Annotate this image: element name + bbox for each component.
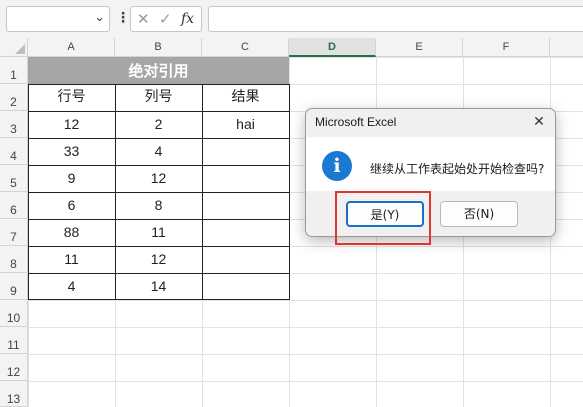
row-header-11[interactable]: 11 xyxy=(0,327,28,354)
table-cell[interactable]: 11 xyxy=(28,246,115,273)
table-cell[interactable]: 2 xyxy=(115,111,202,138)
table-cell[interactable]: 4 xyxy=(28,273,115,300)
table-cell[interactable]: 14 xyxy=(115,273,202,300)
dialog-title: Microsoft Excel xyxy=(315,115,397,129)
column-header-d[interactable]: D xyxy=(289,38,376,57)
table-cell[interactable]: 12 xyxy=(115,246,202,273)
column-header-e[interactable]: E xyxy=(376,38,463,57)
table-cell[interactable]: 11 xyxy=(115,219,202,246)
formula-input[interactable] xyxy=(208,6,583,32)
column-header-a[interactable]: A xyxy=(28,38,115,57)
header-cell-row-number[interactable]: 行号 xyxy=(28,84,115,111)
table-cell[interactable] xyxy=(202,246,289,273)
row-header-1[interactable]: 1 xyxy=(0,57,28,84)
no-button[interactable]: 否(N) xyxy=(440,201,518,227)
column-header-g[interactable] xyxy=(550,38,583,57)
table-cell[interactable]: 4 xyxy=(115,138,202,165)
table-cell[interactable] xyxy=(202,219,289,246)
header-cell-result[interactable]: 结果 xyxy=(202,84,289,111)
table-cell[interactable]: 33 xyxy=(28,138,115,165)
row-header-3[interactable]: 3 xyxy=(0,111,28,138)
table-cell[interactable] xyxy=(202,192,289,219)
column-header-f[interactable]: F xyxy=(463,38,550,57)
table-cell[interactable] xyxy=(202,138,289,165)
table-cell[interactable]: 12 xyxy=(28,111,115,138)
select-all-icon xyxy=(15,44,25,54)
formula-buttons: ✕ ✓ fx xyxy=(130,6,202,32)
row-header-13[interactable]: 13 xyxy=(0,381,28,407)
row-header-7[interactable]: 7 xyxy=(0,219,28,246)
row-header-4[interactable]: 4 xyxy=(0,138,28,165)
row-header-2[interactable]: 2 xyxy=(0,84,28,111)
row-header-9[interactable]: 9 xyxy=(0,273,28,300)
table-cell[interactable] xyxy=(202,165,289,192)
dialog-message: 继续从工作表起始处开始检查吗? xyxy=(370,162,545,176)
insert-function-icon[interactable]: fx xyxy=(181,11,194,27)
table-cell[interactable]: hai xyxy=(202,111,289,138)
column-header-c[interactable]: C xyxy=(202,38,289,57)
more-icon[interactable]: ⋮ xyxy=(116,9,130,27)
table-title-cell[interactable]: 绝对引用 xyxy=(28,57,289,85)
row-header-6[interactable]: 6 xyxy=(0,192,28,219)
table-cell[interactable]: 12 xyxy=(115,165,202,192)
formula-bar: ⌄ ⋮ ✕ ✓ fx xyxy=(0,0,583,38)
table-cell[interactable] xyxy=(202,273,289,300)
table-cell[interactable]: 9 xyxy=(28,165,115,192)
row-header-12[interactable]: 12 xyxy=(0,354,28,381)
row-header-5[interactable]: 5 xyxy=(0,165,28,192)
dialog-body: i 继续从工作表起始处开始检查吗? xyxy=(306,137,555,191)
highlight-box xyxy=(335,191,431,245)
table-cell[interactable]: 6 xyxy=(28,192,115,219)
table-cell[interactable]: 8 xyxy=(115,192,202,219)
row-header-10[interactable]: 10 xyxy=(0,300,28,327)
table-cell[interactable]: 88 xyxy=(28,219,115,246)
row-header-8[interactable]: 8 xyxy=(0,246,28,273)
name-box[interactable]: ⌄ xyxy=(6,6,110,32)
cancel-icon[interactable]: ✕ xyxy=(137,10,150,28)
select-all-corner[interactable] xyxy=(0,38,28,57)
column-header-b[interactable]: B xyxy=(115,38,202,57)
chevron-down-icon[interactable]: ⌄ xyxy=(94,10,105,25)
enter-icon[interactable]: ✓ xyxy=(159,10,172,28)
info-icon: i xyxy=(322,151,352,181)
header-cell-column-number[interactable]: 列号 xyxy=(115,84,202,111)
close-icon[interactable]: ✕ xyxy=(529,112,549,132)
